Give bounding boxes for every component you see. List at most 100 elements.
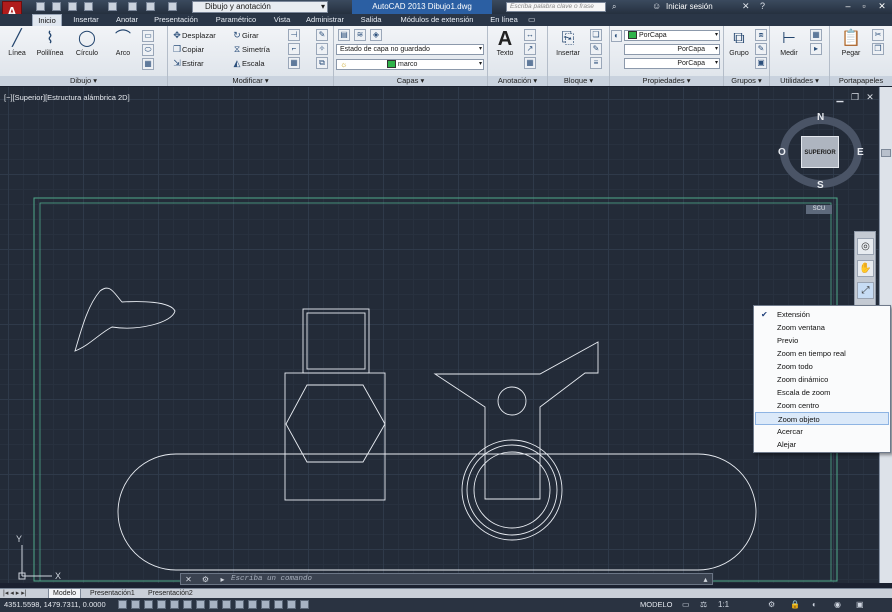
match-properties-icon[interactable]: ◐ [611,30,622,42]
scale-button[interactable]: ◭ Escala [232,57,265,70]
clean-screen-icon[interactable]: ▣ [856,600,864,609]
tab-presentacion[interactable]: Presentación [148,14,204,26]
circle-button[interactable]: ◯ Círculo [72,28,102,72]
layer-state-select[interactable]: Estado de capa no guardado ▾ [336,44,484,55]
layout-icon[interactable]: ▭ [682,600,690,609]
close-button[interactable]: ✕ [874,1,890,12]
panel-label-propiedades[interactable]: Propiedades ▾ [610,76,723,86]
insert-button[interactable]: ⎘ Insertar [550,28,586,72]
fillet-icon[interactable]: ⌐ [288,43,300,55]
save-icon[interactable] [68,2,77,11]
zoom-menu-item[interactable]: Acercar [755,425,889,438]
calculator-icon[interactable]: ▦ [810,29,822,41]
otrack-toggle[interactable] [209,600,218,609]
offset-icon[interactable]: ⧉ [316,57,328,69]
layer-properties-icon[interactable]: ▤ [338,29,350,41]
tab-nav-arrows-icon[interactable]: |◂ ◂ ▸ ▸| [3,589,27,597]
ortho-toggle[interactable] [157,600,166,609]
paste-button[interactable]: 📋 Pegar [836,28,866,72]
print-icon[interactable] [128,2,137,11]
zoom-menu-item[interactable]: ✔ Extensión [755,308,889,321]
tab-salida[interactable]: Salida [354,14,388,26]
layer-iso-icon[interactable]: ◈ [370,29,382,41]
block-attr-icon[interactable]: ≡ [590,57,602,69]
search-input[interactable]: Escriba palabra clave o frase [506,2,606,12]
drawing-viewport[interactable]: [−][Superior][Estructura alámbrica 2D] ▁… [0,87,879,583]
mirror-button[interactable]: ⧖ Simetría [232,43,270,56]
polar-toggle[interactable] [170,600,179,609]
array-icon[interactable]: ▦ [288,57,300,69]
group-button[interactable]: ⧉ Grupo [724,28,754,72]
3d-osnap-toggle[interactable] [196,600,205,609]
edit-block-icon[interactable]: ✎ [590,43,602,55]
snap-toggle[interactable] [131,600,140,609]
tab-parametrico[interactable]: Paramétrico [208,14,264,26]
ribbon-toggle-icon[interactable]: ▭ [528,15,536,24]
wcs-menu-button[interactable]: SCU [806,205,832,214]
lineweight-select[interactable]: PorCapa ▾ [624,58,720,69]
close-icon[interactable]: ✕ [184,575,193,584]
explode-icon[interactable]: ✧ [316,43,328,55]
minimize-button[interactable]: – [840,1,856,12]
annotation-scale-icon[interactable]: ⚖ [700,600,707,609]
viewcube-face[interactable]: SUPERIOR [801,136,839,168]
leader-icon[interactable]: ↗ [524,43,536,55]
create-block-icon[interactable]: ❏ [590,29,602,41]
zoom-menu-item[interactable]: Zoom ventana [755,321,889,334]
text-button[interactable]: A Texto [490,28,520,72]
help-icon[interactable]: ? [760,1,765,11]
panel-label-grupos[interactable]: Grupos ▾ [724,76,769,86]
panel-label-capas[interactable]: Capas ▾ [334,76,487,86]
layer-select[interactable]: marco ▾ [336,59,484,70]
scroll-thumb[interactable] [881,149,891,157]
tab-inicio[interactable]: Inicio [32,14,62,26]
qp-toggle[interactable] [274,600,283,609]
tab-vista[interactable]: Vista [268,14,296,26]
exchange-icon[interactable]: ✕ [742,1,750,12]
zoom-menu-item[interactable]: Zoom objeto [755,412,889,425]
rectangle-icon[interactable]: ▭ [142,30,154,42]
linetype-select[interactable]: PorCapa ▾ [624,44,720,55]
grid-toggle[interactable] [144,600,153,609]
quickselect-icon[interactable]: ▸ [810,43,822,55]
command-line[interactable]: ✕ ⚙ ▸ Escriba un comando ▴ [180,573,713,585]
workspace-switch-icon[interactable]: ⚙ [768,600,775,609]
zoom-menu-item[interactable]: Zoom todo [755,360,889,373]
zoom-menu-item[interactable]: Zoom dinámico [755,373,889,386]
move-button[interactable]: ✥Desplazar [172,29,216,42]
user-icon[interactable]: ☺ [652,1,661,11]
compass-east[interactable]: E [857,147,864,158]
cut-icon[interactable]: ✂ [872,29,884,41]
tab-administrar[interactable]: Administrar [300,14,350,26]
rotate-button[interactable]: ↻Girar [232,29,258,42]
workspace-select[interactable]: Dibujo y anotación ▾ [192,1,328,13]
hardware-accel-icon[interactable]: ◐ [812,600,817,609]
lock-icon[interactable]: 🔒 [790,600,800,609]
polyline-button[interactable]: ⌇ Polilínea [32,28,68,72]
ungroup-icon[interactable]: ⧈ [755,29,767,41]
panel-label-bloque[interactable]: Bloque ▾ [548,76,609,86]
undo-icon[interactable] [146,2,155,11]
infer-constraints-toggle[interactable] [118,600,127,609]
stretch-button[interactable]: ⇲Estirar [172,57,203,70]
table-icon[interactable]: ▦ [524,57,536,69]
tab-insertar[interactable]: Insertar [66,14,106,26]
copy-button[interactable]: ❐Copiar [172,43,204,56]
new-icon[interactable] [36,2,45,11]
zoom-menu-item[interactable]: Zoom en tiempo real [755,347,889,360]
dyn-toggle[interactable] [235,600,244,609]
compass-north[interactable]: N [817,112,824,123]
zoom-menu-item[interactable]: Zoom centro [755,399,889,412]
trim-icon[interactable]: ⊣ [288,29,300,41]
open-icon[interactable] [52,2,61,11]
zoom-menu-item[interactable]: Escala de zoom [755,386,889,399]
tab-anotar[interactable]: Anotar [110,14,144,26]
sc-toggle[interactable] [287,600,296,609]
annotation-scale-value[interactable]: 1:1 [718,600,729,609]
measure-button[interactable]: ⊢ Medir [774,28,804,72]
zoom-menu-item[interactable]: Previo [755,334,889,347]
osnap-toggle[interactable] [183,600,192,609]
tab-en-linea[interactable]: En línea [486,14,522,26]
dimension-icon[interactable]: ↔ [524,29,536,41]
steering-wheel-icon[interactable]: ◎ [857,238,874,255]
